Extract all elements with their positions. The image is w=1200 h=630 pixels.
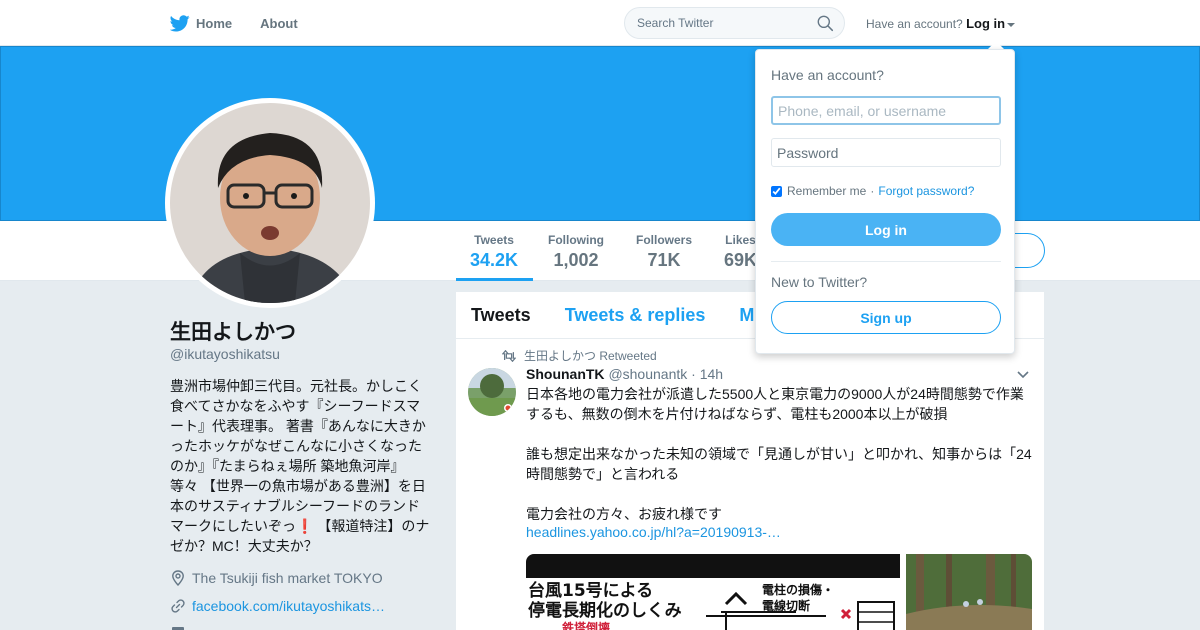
tweet-text: 日本各地の電力会社が派遣した5500人と東京電力の9000人が24時間態勢で作業…	[526, 384, 1036, 544]
tweet-url-link[interactable]: headlines.yahoo.co.jp/hl?a=20190913-…	[526, 524, 781, 540]
stat-value: 1,002	[553, 250, 599, 270]
signup-button[interactable]: Sign up	[771, 301, 1001, 334]
separator-dot: ·	[870, 184, 875, 198]
remember-me-checkbox[interactable]	[771, 185, 782, 197]
home-label: Home	[196, 15, 233, 31]
stat-label: Following	[548, 233, 604, 247]
search-input[interactable]	[625, 8, 805, 38]
tweet-author-avatar[interactable]	[468, 368, 516, 416]
tweet-media-diagram[interactable]: 台風15号による 停電長期化のしくみ 鉄塔倒壊 電柱の損傷・ 電線切断	[526, 554, 900, 630]
tweet-media-photo[interactable]	[906, 554, 1032, 630]
stat-likes[interactable]: Likes 69K	[724, 233, 757, 271]
login-button[interactable]: Log in	[771, 213, 1001, 246]
profile-avatar-frame	[165, 98, 375, 308]
dropdown-heading: Have an account?	[771, 67, 884, 83]
calendar-icon	[172, 627, 184, 630]
retweet-note[interactable]: 生田よしかつ Retweeted	[524, 347, 657, 364]
twitter-bird-icon	[170, 14, 190, 31]
login-dropdown: Have an account? Remember me · Forgot pa…	[755, 49, 1015, 354]
bio-text: 豊洲市場仲卸三代目。元社長。かしこく食べてさかなをふやす『シーフードスマート』代…	[170, 378, 426, 534]
tweet-author-handle[interactable]: @shounantk	[608, 366, 687, 382]
tweet-timestamp[interactable]: · 14h	[691, 366, 723, 382]
retweet-icon	[502, 349, 516, 362]
stat-label: Likes	[725, 233, 756, 247]
chevron-down-icon[interactable]	[1016, 370, 1030, 380]
media-label-3: 鉄塔倒壊	[562, 620, 611, 630]
tweet-paragraph: 電力会社の方々、お疲れ様です	[526, 506, 722, 522]
profile-name: 生田よしかつ	[170, 321, 296, 344]
home-link[interactable]: Home	[170, 14, 233, 32]
profile-joined-row	[170, 625, 192, 630]
new-to-twitter-text: New to Twitter?	[771, 274, 868, 290]
tweet-author-name[interactable]: ShounanTK	[526, 366, 605, 382]
avatar[interactable]	[170, 103, 370, 303]
account-prompt: Have an account?	[866, 17, 963, 31]
account-area: Have an account? Log in	[866, 16, 1016, 31]
about-label: About	[260, 15, 298, 31]
active-tab-underline	[456, 278, 533, 281]
forgot-password-link[interactable]: Forgot password?	[878, 184, 974, 198]
profile-location: The Tsukiji fish market TOKYO	[170, 570, 383, 586]
location-pin-icon	[172, 570, 184, 586]
tab-tweets-and-replies[interactable]: Tweets & replies	[565, 305, 706, 326]
remember-label[interactable]: Remember me	[787, 184, 866, 198]
top-navigation-bar: Home About Have an account? Log in	[0, 0, 1200, 46]
stat-value: 71K	[647, 250, 681, 270]
tab-media[interactable]: M	[739, 305, 754, 326]
login-menu-label: Log in	[966, 16, 1006, 31]
stat-tweets[interactable]: Tweets 34.2K	[470, 233, 518, 271]
media-label-2: 電線切断	[762, 598, 810, 613]
stat-followers[interactable]: Followers 71K	[636, 233, 692, 271]
nav-left-group: Home About	[170, 0, 326, 46]
retweet-context: 生田よしかつ Retweeted	[502, 347, 657, 364]
tweet-paragraph: 日本各地の電力会社が派遣した5500人と東京電力の9000人が24時間態勢で作業…	[526, 386, 1024, 422]
exclamation-icon: ❗	[296, 518, 314, 534]
stat-label: Followers	[636, 233, 693, 247]
media-title-1: 台風15号による	[528, 580, 653, 601]
username-field[interactable]	[771, 96, 1001, 125]
website-link[interactable]: facebook.com/ikutayoshikats…	[192, 598, 385, 614]
profile-website: facebook.com/ikutayoshikats…	[170, 598, 385, 614]
password-field[interactable]	[771, 138, 1001, 167]
stat-following[interactable]: Following 1,002	[548, 233, 604, 271]
media-label-1: 電柱の損傷・	[762, 582, 834, 597]
search-icon[interactable]	[817, 15, 834, 32]
profile-handle[interactable]: @ikutayoshikatsu	[170, 346, 280, 362]
stat-value: 69K	[724, 250, 758, 270]
link-icon	[171, 599, 185, 613]
profile-bio: 豊洲市場仲卸三代目。元社長。かしこく食べてさかなをふやす『シーフードスマート』代…	[170, 376, 432, 556]
tweet-paragraph: 誰も想定出来なかった未知の領域で「見通しが甘い」と叩かれ、知事からは「24時間態…	[526, 446, 1032, 482]
dropdown-divider	[771, 261, 1001, 262]
about-link[interactable]: About	[260, 16, 298, 31]
location-text: The Tsukiji fish market TOKYO	[192, 570, 383, 586]
remember-row: Remember me · Forgot password?	[771, 184, 974, 198]
tab-tweets[interactable]: Tweets	[471, 305, 531, 326]
stat-value: 34.2K	[470, 250, 519, 270]
caret-down-icon	[1007, 22, 1016, 27]
tweet-header: ShounanTK @shounantk · 14h	[526, 366, 723, 382]
media-title-2: 停電長期化のしくみ	[528, 600, 682, 621]
login-menu-link[interactable]: Log in	[966, 16, 1016, 31]
search-box	[624, 7, 845, 39]
stat-label: Tweets	[474, 233, 514, 247]
